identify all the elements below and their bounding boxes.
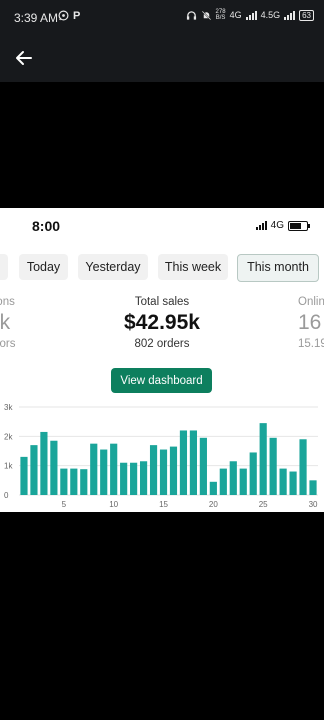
bar-day-15: [159, 449, 168, 495]
system-indicators: 278 B/S 4G 4.5G 63: [186, 9, 314, 21]
inner-battery-icon: [288, 220, 310, 231]
inner-time: 8:00: [32, 218, 61, 234]
inner-indicators: 4G: [255, 220, 310, 231]
online-sub: 15.19: [298, 338, 324, 350]
sessions-label: sions: [0, 296, 15, 308]
bar-day-21: [219, 468, 227, 495]
date-range-tabs: Today Yesterday This week This month: [0, 254, 324, 282]
sessions-value: 2k: [0, 311, 11, 334]
x-tick-label: 30: [309, 500, 318, 509]
bar-day-19: [199, 437, 207, 495]
bar-day-12: [130, 462, 138, 495]
network-type-2: 4.5G: [260, 10, 281, 20]
network-type-1: 4G: [229, 10, 242, 20]
bar-day-16: [169, 446, 178, 495]
whatsapp-icon: [58, 10, 69, 21]
x-tick-label: 20: [209, 500, 218, 509]
headset-icon: [186, 10, 196, 20]
signal-icon-2: [284, 10, 296, 20]
bar-day-14: [149, 445, 158, 495]
bar-day-2: [30, 445, 38, 495]
bar-day-29: [299, 439, 307, 495]
tab-this-month[interactable]: This month: [237, 254, 319, 282]
bar-day-30: [309, 480, 317, 495]
online-value: 16: [298, 311, 322, 334]
battery-level: 63: [302, 10, 311, 20]
tab-yesterday[interactable]: Yesterday: [78, 254, 148, 280]
y-tick-label: 1k: [4, 462, 13, 471]
bar-day-17: [179, 430, 188, 495]
sessions-sub: sitors: [0, 338, 16, 350]
bar-day-23: [239, 468, 247, 495]
bar-day-25: [259, 423, 267, 495]
bar-day-27: [279, 468, 287, 495]
x-tick-label: 5: [62, 500, 67, 509]
bar-day-5: [60, 468, 68, 495]
bar-day-22: [229, 461, 237, 495]
signal-icon: [245, 10, 257, 20]
view-dashboard-button[interactable]: View dashboard: [111, 368, 212, 393]
daily-sales-chart: 0 1k 2k 3k 5 10 15 20 25 30: [4, 403, 318, 509]
x-tick-label: 10: [109, 500, 118, 509]
mute-bell-icon: [201, 10, 211, 20]
bar-day-13: [139, 461, 148, 495]
battery-icon: 63: [299, 9, 314, 21]
system-status-bar: 3:39 AM P 278 B/S 4G 4.5G 63: [0, 0, 324, 34]
system-time: 3:39 AM: [14, 11, 59, 25]
bar-day-9: [100, 449, 108, 495]
bar-day-10: [110, 443, 118, 495]
bar-day-4: [50, 440, 58, 495]
tab-today[interactable]: Today: [19, 254, 68, 280]
tab-this-week[interactable]: This week: [158, 254, 228, 280]
total-sales-metric: Total sales $42.95k 802 orders: [102, 296, 222, 350]
bar-day-1: [20, 456, 28, 495]
bar-day-28: [289, 471, 297, 495]
orders-count: 802 orders: [134, 338, 190, 350]
online-label: Onlin: [298, 296, 324, 308]
bar-day-24: [249, 452, 257, 495]
bar-day-18: [189, 430, 198, 495]
y-tick-label: 0: [4, 491, 9, 500]
bar-day-11: [120, 462, 128, 495]
bar-day-26: [269, 437, 277, 495]
y-tick-label: 2k: [4, 432, 13, 441]
online-metric: Onlin 16 15.19: [298, 296, 324, 350]
arrow-left-icon[interactable]: [12, 46, 36, 70]
inner-signal-icon: [255, 221, 267, 230]
tab-cut-off[interactable]: [0, 254, 8, 280]
sessions-metric: sions 2k sitors: [0, 296, 28, 350]
bar-day-8: [90, 443, 98, 495]
bar-day-20: [209, 481, 217, 495]
y-tick-label: 3k: [4, 403, 13, 412]
inner-status-bar: 8:00 4G: [0, 208, 324, 244]
bar-day-3: [40, 431, 48, 495]
app-bar: [0, 34, 324, 82]
screenshot-image: 8:00 4G Today Yesterday This week This m…: [0, 208, 324, 512]
x-tick-label: 25: [259, 500, 268, 509]
notification-icons: P: [58, 10, 80, 22]
network-speed: 278 B/S: [215, 9, 226, 21]
total-sales-label: Total sales: [134, 296, 190, 308]
total-sales-value: $42.95k: [124, 311, 200, 334]
bar-day-7: [80, 469, 88, 495]
x-tick-label: 15: [159, 500, 168, 509]
paytm-icon: P: [73, 10, 81, 22]
bar-day-6: [70, 468, 78, 495]
inner-network: 4G: [270, 220, 284, 231]
